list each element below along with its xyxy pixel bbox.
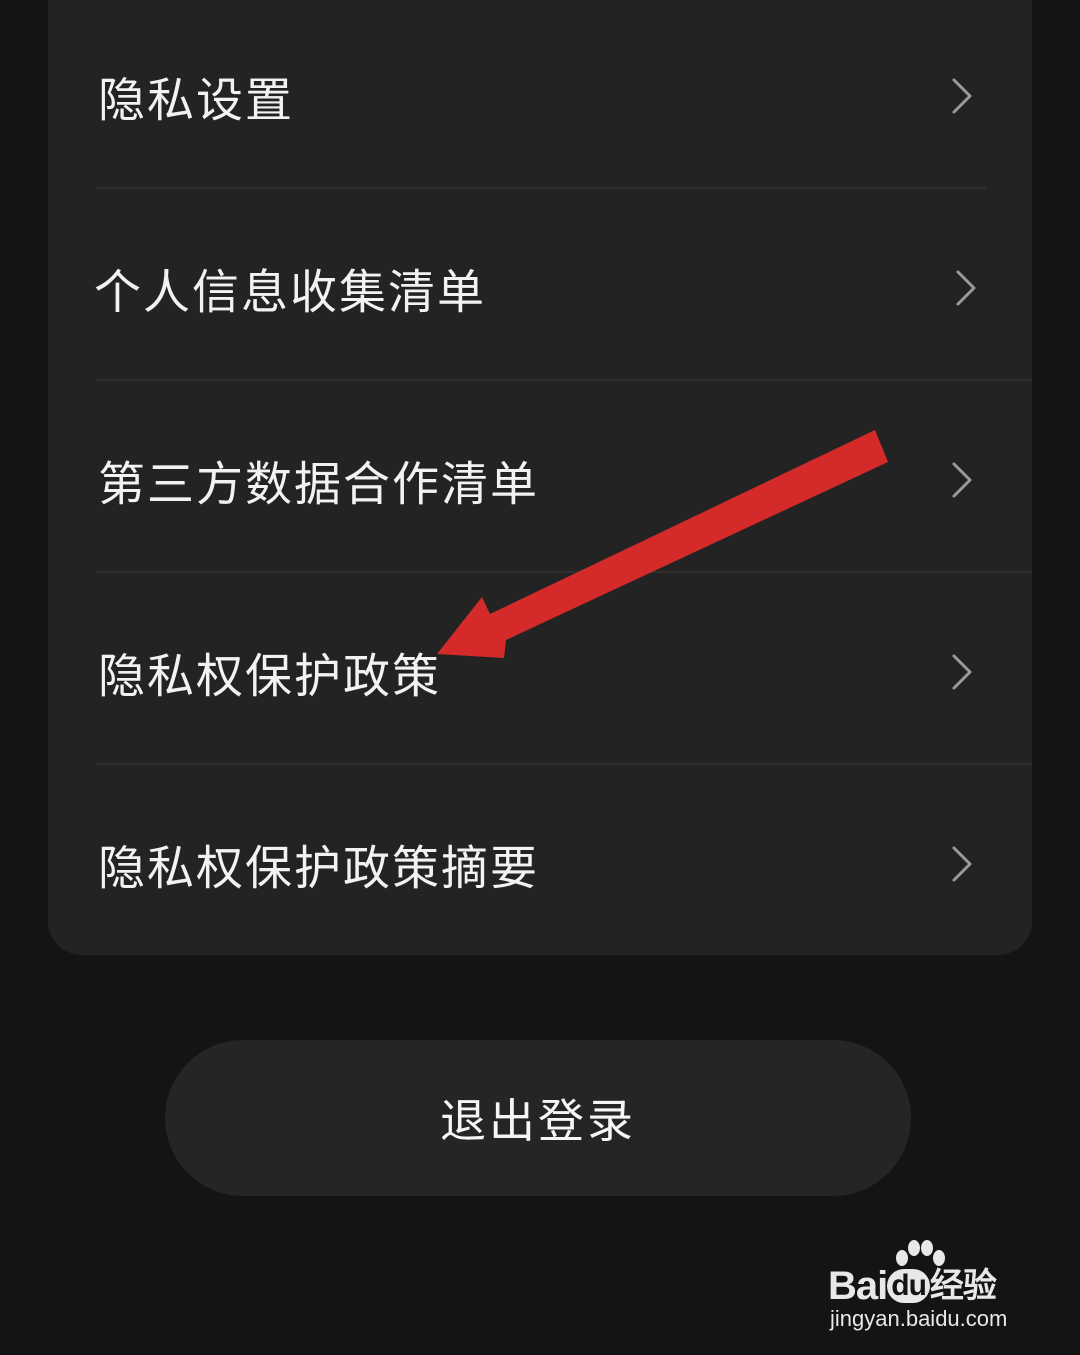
logout-button[interactable]: 退出登录	[165, 1040, 911, 1196]
divider	[96, 379, 1032, 381]
menu-item-label: 隐私权保护政策摘要	[98, 841, 539, 897]
menu-item-label: 隐私权保护政策	[98, 649, 441, 705]
menu-item-privacy-settings[interactable]: 隐私设置	[48, 0, 1032, 192]
menu-item-privacy-policy[interactable]: 隐私权保护政策	[48, 576, 1032, 768]
menu-item-privacy-policy-summary[interactable]: 隐私权保护政策摘要	[48, 768, 1032, 960]
menu-item-label: 第三方数据合作清单	[98, 457, 539, 513]
watermark-brand-suffix: 经验	[929, 1267, 997, 1305]
logout-label: 退出登录	[440, 1094, 636, 1148]
chevron-right-icon	[952, 462, 972, 498]
menu-item-third-party-data-list[interactable]: 第三方数据合作清单	[48, 384, 1032, 576]
watermark-brand-du: du	[887, 1269, 930, 1303]
menu-item-personal-info-list[interactable]: 个人信息收集清单	[48, 192, 1032, 384]
divider	[96, 187, 986, 189]
chevron-right-icon	[952, 654, 972, 690]
watermark-brand: Bai du 经验	[828, 1258, 997, 1309]
watermark-brand-prefix: Bai	[828, 1264, 888, 1308]
settings-card: 隐私设置 个人信息收集清单 第三方数据合作清单 隐私权保护政策 隐私权保护政策摘…	[48, 0, 1032, 955]
divider	[96, 763, 1032, 765]
menu-item-label: 个人信息收集清单	[94, 265, 486, 321]
chevron-right-icon	[952, 78, 972, 114]
chevron-right-icon	[952, 846, 972, 882]
chevron-right-icon	[956, 270, 976, 306]
menu-item-label: 隐私设置	[98, 73, 294, 129]
baidu-jingyan-watermark: Bai du 经验 jingyan.baidu.com	[828, 1238, 1028, 1338]
divider	[96, 571, 1032, 573]
watermark-url: jingyan.baidu.com	[830, 1306, 1008, 1331]
